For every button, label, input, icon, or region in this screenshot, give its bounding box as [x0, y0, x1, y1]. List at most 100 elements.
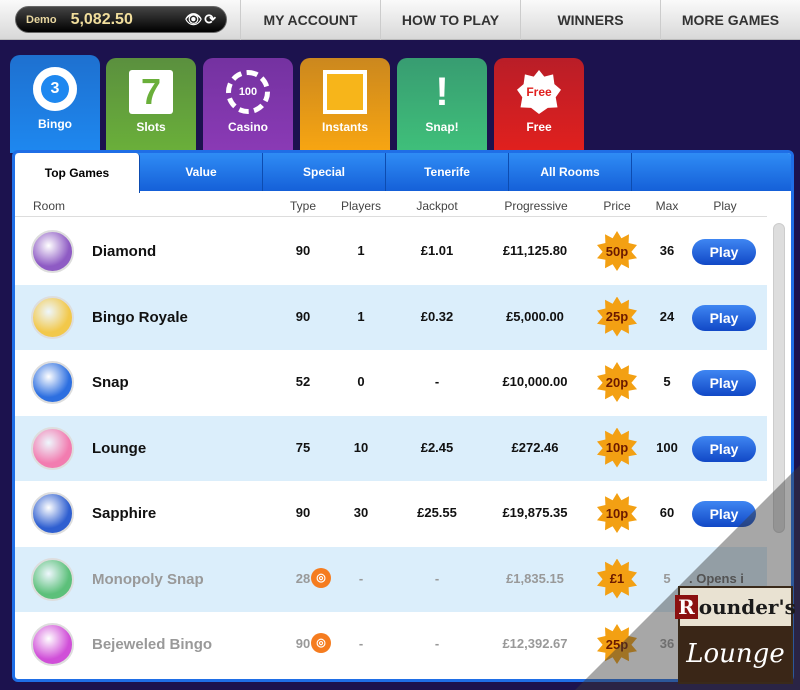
room-max: 100 [656, 439, 678, 455]
casino-icon: 100 [226, 70, 270, 114]
room-players: 1 [357, 243, 365, 258]
scrollbar[interactable] [773, 223, 785, 533]
room-icon [31, 557, 74, 601]
column-header-room: Room [33, 199, 66, 213]
nav-how-to-play[interactable]: HOW TO PLAY [380, 0, 520, 40]
room-type: 90 [295, 243, 311, 258]
table-header: Room Type Players Jackpot Progressive Price Ma… [15, 195, 767, 217]
category-tab-instants[interactable]: Instants [300, 58, 390, 150]
play-button[interactable]: Play [692, 370, 756, 396]
rounders-lounge-logo: Rounder's Lounge [675, 586, 796, 684]
room-type: 52 [295, 374, 311, 389]
room-players: - [358, 570, 364, 586]
room-type: 90 [295, 308, 311, 324]
nav-winners[interactable]: WINNERS [520, 0, 660, 40]
table-row[interactable]: Bejeweled Bingo 90 ◎ - - £12,392.67 25p 36 [15, 612, 767, 677]
table-row[interactable]: Monopoly Snap 28 ◎ - - £1,835.15 £1 5. Ope… [15, 546, 767, 612]
room-jackpot: - [434, 374, 440, 389]
room-max: 60 [659, 505, 675, 520]
room-name: Snap [92, 374, 129, 391]
category-tab-bingo[interactable]: 3 Bingo [10, 55, 100, 153]
room-progressive: £272.46 [511, 439, 559, 455]
column-header-players: Players [340, 199, 381, 213]
balance-label: Demo [26, 13, 57, 26]
room-icon [31, 623, 74, 666]
slots-icon: 7 [129, 70, 173, 114]
play-button[interactable]: Play [692, 501, 756, 527]
room-name: Bingo Royale [92, 308, 188, 326]
table-row[interactable]: Bingo Royale 90 1 £0.32 £5,000.00 25p 24 P… [15, 284, 767, 350]
room-progressive: £1,835.15 [506, 570, 564, 586]
subtab-top-games[interactable]: Top Games [15, 153, 140, 193]
room-progressive: £5,000.00 [506, 308, 564, 324]
eye-icon[interactable]: 👁 [184, 11, 204, 27]
room-jackpot: - [434, 636, 440, 651]
table-row[interactable]: Snap 52 0 - £10,000.00 20p 5 Play [15, 350, 767, 415]
room-name: Bejeweled Bingo [92, 636, 213, 653]
category-tab-casino[interactable]: 100 Casino [203, 58, 293, 150]
room-progressive: £10,000.00 [502, 374, 568, 389]
room-jackpot: £1.01 [420, 243, 454, 258]
room-icon [31, 361, 74, 404]
room-players: 30 [353, 505, 369, 520]
bingo-icon: 3 [33, 67, 77, 111]
subtab-tenerife[interactable]: Tenerife [386, 153, 509, 191]
room-name: Lounge [92, 439, 147, 457]
column-header-progressive: Progressive [504, 199, 568, 213]
room-icon [31, 295, 74, 339]
subtabs: Top Games Value Special Tenerife All Rooms [15, 153, 791, 193]
room-progressive: £19,875.35 [502, 505, 568, 520]
room-players: 1 [357, 308, 365, 324]
refresh-icon[interactable]: ⟳ [204, 11, 218, 27]
category-label: Instants [321, 120, 368, 134]
room-jackpot: £2.45 [420, 439, 454, 455]
price-badge: £1 [597, 558, 637, 599]
balance-display: Demo 5,082.50 👁⟳ [15, 6, 227, 33]
room-jackpot: £0.32 [420, 308, 454, 324]
column-header-jackpot: Jackpot [416, 199, 458, 213]
table-row[interactable]: Sapphire 90 30 £25.55 £19,875.35 10p 60 Pl… [15, 481, 767, 546]
room-players: 0 [357, 374, 365, 389]
room-max: 24 [659, 308, 675, 324]
room-jackpot: £25.55 [417, 505, 457, 520]
room-players: 10 [353, 439, 369, 455]
room-icon [31, 426, 74, 470]
room-progressive: £11,125.80 [502, 243, 568, 258]
column-header-play: Play [713, 199, 737, 213]
table-row[interactable]: Lounge 75 10 £2.45 £272.46 10p 100 Play [15, 415, 767, 481]
room-icon [31, 492, 74, 535]
category-tab-slots[interactable]: 7 Slots [106, 58, 196, 150]
play-button[interactable]: Play [692, 304, 756, 331]
nav-my-account[interactable]: MY ACCOUNT [240, 0, 380, 40]
balance-amount: 5,082.50 [70, 10, 133, 28]
free-icon: Free [517, 70, 561, 114]
linked-rings-icon: ◎ [311, 633, 331, 653]
table-row[interactable]: Diamond 90 1 £1.01 £11,125.80 50p 36 Play [15, 219, 767, 284]
category-label: Bingo [38, 117, 72, 131]
linked-rings-icon: ◎ [311, 567, 331, 588]
top-bar: Demo 5,082.50 👁⟳ MY ACCOUNT HOW TO PLAY … [0, 0, 800, 40]
room-progressive: £12,392.67 [502, 636, 568, 651]
category-label: Free [526, 120, 552, 134]
room-players: - [358, 636, 364, 651]
price-badge: 50p [597, 231, 637, 271]
nav-more-games[interactable]: MORE GAMES [660, 0, 800, 40]
price-badge: 10p [597, 427, 637, 468]
category-tab-snap[interactable]: ! Snap! [397, 58, 487, 150]
play-button[interactable]: Play [692, 435, 756, 462]
play-button[interactable]: Play [692, 239, 756, 265]
column-header-price: Price [603, 199, 631, 213]
room-type: 90 [295, 505, 311, 520]
category-tab-free[interactable]: Free Free [494, 58, 584, 150]
room-max: 5 [663, 374, 671, 389]
category-label: Snap! [425, 120, 459, 134]
instants-icon [323, 70, 367, 114]
room-name: Diamond [92, 243, 157, 260]
room-jackpot: - [434, 570, 440, 586]
subtab-special[interactable]: Special [263, 153, 386, 191]
room-type: 75 [295, 439, 311, 455]
subtab-value[interactable]: Value [140, 153, 263, 191]
subtab-all-rooms[interactable]: All Rooms [509, 153, 632, 191]
snap-icon: ! [435, 69, 449, 114]
price-badge: 20p [597, 362, 637, 402]
